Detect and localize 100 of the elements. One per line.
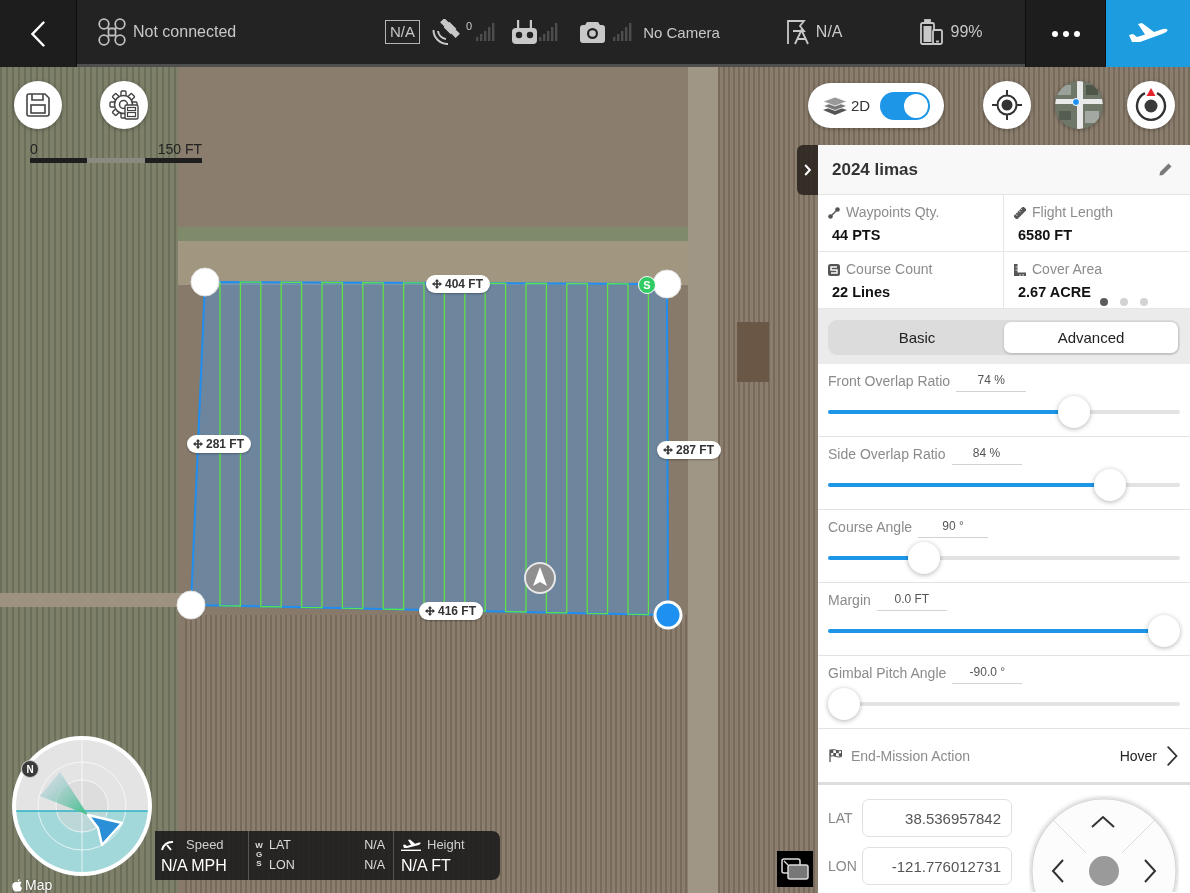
chevron-right-icon xyxy=(804,164,811,176)
lat-value: N/A xyxy=(364,838,385,853)
page-dot-icon[interactable] xyxy=(1140,298,1148,306)
slider-track[interactable] xyxy=(828,615,1180,647)
ruler-icon xyxy=(1014,206,1026,219)
flight-mode-status: N/A xyxy=(815,23,843,41)
speed-value: N/A MPH xyxy=(161,855,228,875)
signal-bars-icon xyxy=(476,23,497,41)
stat-label: Cover Area xyxy=(1032,261,1103,278)
waypoints-icon xyxy=(828,206,840,219)
move-icon xyxy=(425,606,435,616)
stat-label: Waypoints Qty. xyxy=(846,204,940,221)
stat-value: 2.67 ACRE xyxy=(1017,284,1092,301)
checkered-flag-icon xyxy=(829,749,842,762)
value-field[interactable]: 90 ° xyxy=(918,519,989,538)
course-zigzag-icon xyxy=(828,263,840,276)
battery-icon xyxy=(919,19,943,45)
slider-track[interactable] xyxy=(828,542,1180,574)
collapse-handle[interactable] xyxy=(797,145,818,195)
value-field[interactable]: 0.0 FT xyxy=(876,592,947,611)
slider-track[interactable] xyxy=(828,469,1180,501)
scale-start-label: 0 xyxy=(30,142,38,157)
value-field[interactable]: 84 % xyxy=(951,446,1022,465)
camera-status: No Camera xyxy=(643,23,720,41)
picture-in-picture-button[interactable] xyxy=(777,851,813,887)
tab[interactable]: Advanced xyxy=(1004,322,1178,353)
coordinate-input[interactable]: -121.776012731 xyxy=(862,847,1012,885)
map-attribution: Map xyxy=(25,877,53,893)
apple-icon xyxy=(12,878,23,892)
connection-status: Not connected xyxy=(133,23,237,41)
coordinate-label: LAT xyxy=(828,810,854,826)
page-dot-icon[interactable] xyxy=(1100,298,1108,306)
edge-length-text: 404 FT xyxy=(445,277,483,291)
flag-letter-icon xyxy=(785,19,810,45)
view-mode-label: 2D xyxy=(851,97,871,114)
end-action-value[interactable]: Hover xyxy=(1119,747,1157,764)
lon-label: LON xyxy=(269,858,295,873)
chevron-right-icon[interactable] xyxy=(1144,859,1157,883)
setting-label: Front Overlap Ratio xyxy=(828,373,951,391)
speed-gauge-icon xyxy=(161,838,174,851)
setting-label: Course Angle xyxy=(828,519,913,537)
pencil-icon xyxy=(1159,163,1172,176)
overlapping-windows-icon xyxy=(781,858,809,880)
lon-value: N/A xyxy=(364,858,385,873)
value-field[interactable]: 74 % xyxy=(956,373,1027,392)
camera-icon xyxy=(580,21,606,43)
satellite-count: 0 xyxy=(466,20,473,32)
chevron-right-icon[interactable] xyxy=(1167,745,1178,766)
view-mode-switch[interactable] xyxy=(880,91,931,120)
stat-label: Flight Length xyxy=(1032,204,1113,221)
stat-value: 22 Lines xyxy=(831,284,892,301)
remote-controller-icon xyxy=(512,20,538,44)
chevron-up-icon[interactable] xyxy=(1091,815,1115,828)
signal-bars-icon xyxy=(539,23,560,41)
edge-length-text: 281 FT xyxy=(206,437,244,451)
takeoff-icon xyxy=(401,838,421,851)
scale-end-label: 150 FT xyxy=(157,142,202,157)
tab[interactable]: Basic xyxy=(830,322,1004,353)
crosshair-icon xyxy=(992,90,1022,120)
end-action-label: End-Mission Action xyxy=(851,747,972,764)
coordinate-input[interactable]: 38.536957842 xyxy=(862,799,1012,837)
height-value: N/A FT xyxy=(401,855,452,875)
more-icon xyxy=(1051,30,1080,37)
square-ruler-icon xyxy=(1014,263,1026,276)
edge-length-text: 287 FT xyxy=(676,443,714,457)
slider-track[interactable] xyxy=(828,396,1180,428)
stat-value: 6580 FT xyxy=(1017,227,1073,244)
slider-track[interactable] xyxy=(828,688,1180,720)
setting-label: Margin xyxy=(828,592,871,610)
vertex-handle[interactable] xyxy=(652,269,682,299)
quadrant-divider xyxy=(1052,819,1087,854)
satellite-icon xyxy=(432,19,460,45)
vertex-handle[interactable] xyxy=(190,267,220,297)
slider-thumb[interactable] xyxy=(1093,469,1126,501)
move-icon xyxy=(663,445,673,455)
joystick-knob[interactable] xyxy=(1089,856,1119,886)
setting-label: Side Overlap Ratio xyxy=(828,446,946,464)
chevron-left-icon[interactable] xyxy=(1051,859,1064,883)
page-dot-icon[interactable] xyxy=(1120,298,1128,306)
value-field[interactable]: -90.0 ° xyxy=(952,665,1023,684)
chevron-left-icon xyxy=(31,20,45,47)
vertex-handle[interactable] xyxy=(176,590,206,620)
battery-level: 99% xyxy=(950,23,983,41)
layers-icon xyxy=(823,96,847,115)
quadrant-divider xyxy=(1121,819,1156,854)
slider-thumb[interactable] xyxy=(1148,615,1180,647)
mission-title: 2024 limas xyxy=(832,159,919,180)
fly-button[interactable] xyxy=(1106,0,1190,67)
setting-label: Gimbal Pitch Angle xyxy=(828,665,947,683)
rename-button[interactable] xyxy=(1157,161,1174,178)
drone-icon xyxy=(98,18,126,46)
slider-thumb[interactable] xyxy=(828,688,860,720)
slider-thumb[interactable] xyxy=(1058,396,1091,428)
speed-label: Speed xyxy=(186,836,224,853)
datum-label: WGS xyxy=(255,842,263,869)
lat-label: LAT xyxy=(269,838,291,853)
edge-length-text: 416 FT xyxy=(438,604,476,618)
gear-icon xyxy=(109,90,139,120)
slider-thumb[interactable] xyxy=(908,542,940,574)
move-icon xyxy=(432,279,442,289)
